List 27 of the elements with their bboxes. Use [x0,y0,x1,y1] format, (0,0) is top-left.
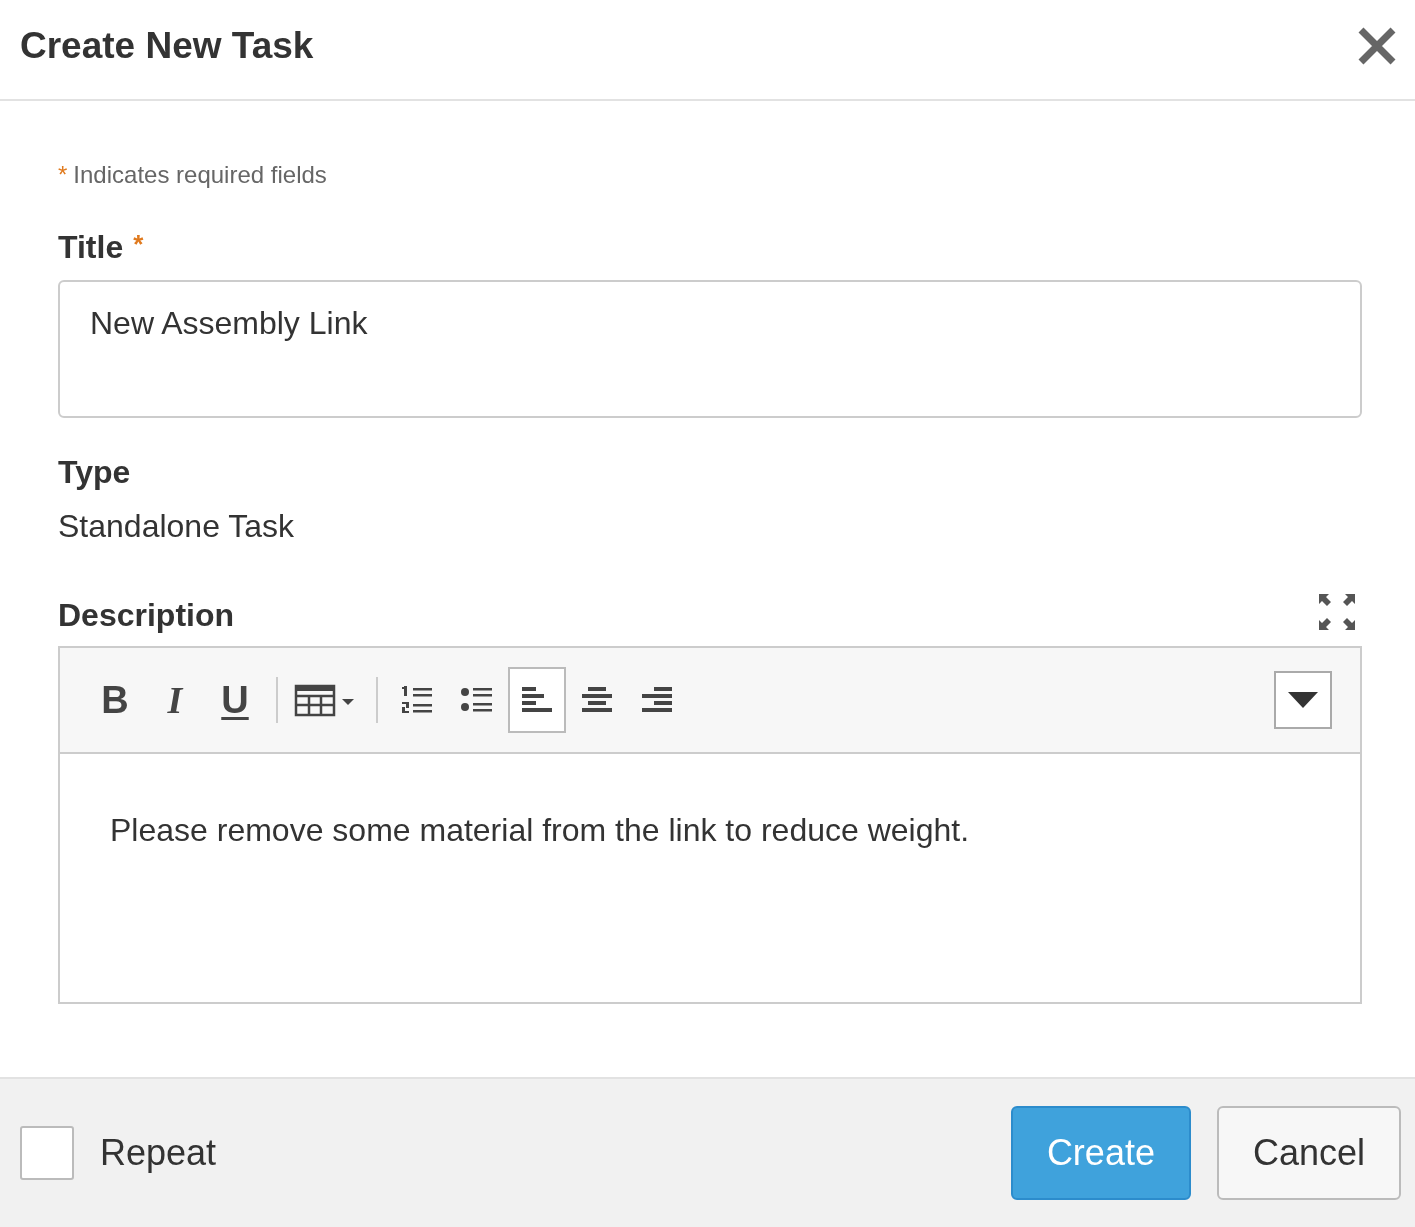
bold-button[interactable]: B [86,667,144,733]
field-label: Title [58,229,124,266]
required-asterisk: * [58,161,68,189]
underline-button[interactable]: U [206,667,264,733]
field-label: Description [58,597,235,634]
repeat-checkbox[interactable] [20,1126,74,1180]
required-note: Indicates required fields [73,161,327,189]
dropdown-button[interactable] [1274,671,1332,729]
checkbox-label: Repeat [100,1132,217,1174]
italic-button[interactable]: I [146,667,204,733]
bullet-list-icon [460,685,494,715]
numbered-list-icon [400,684,434,716]
title-input[interactable]: New Assembly Link [58,280,1362,418]
align-right-icon [641,685,673,715]
type-value: Standalone Task [58,508,296,545]
align-left-icon [521,685,553,715]
align-left-button[interactable] [508,667,566,733]
caret-icon [1288,692,1318,708]
description-text: Please remove some material from the link to reduce weight. [109,811,971,850]
required-asterisk: * [133,229,144,260]
rich-text-editor[interactable]: B I U Please remove some material from the link to reduce weight. [58,646,1362,1004]
dialog-title: Create New Task [20,24,314,68]
field-label: Type [58,454,131,491]
align-center-icon [581,685,613,715]
close-icon[interactable] [1357,25,1397,66]
cancel-button[interactable]: Cancel [1216,1106,1401,1200]
expand-icon[interactable] [1318,592,1356,631]
